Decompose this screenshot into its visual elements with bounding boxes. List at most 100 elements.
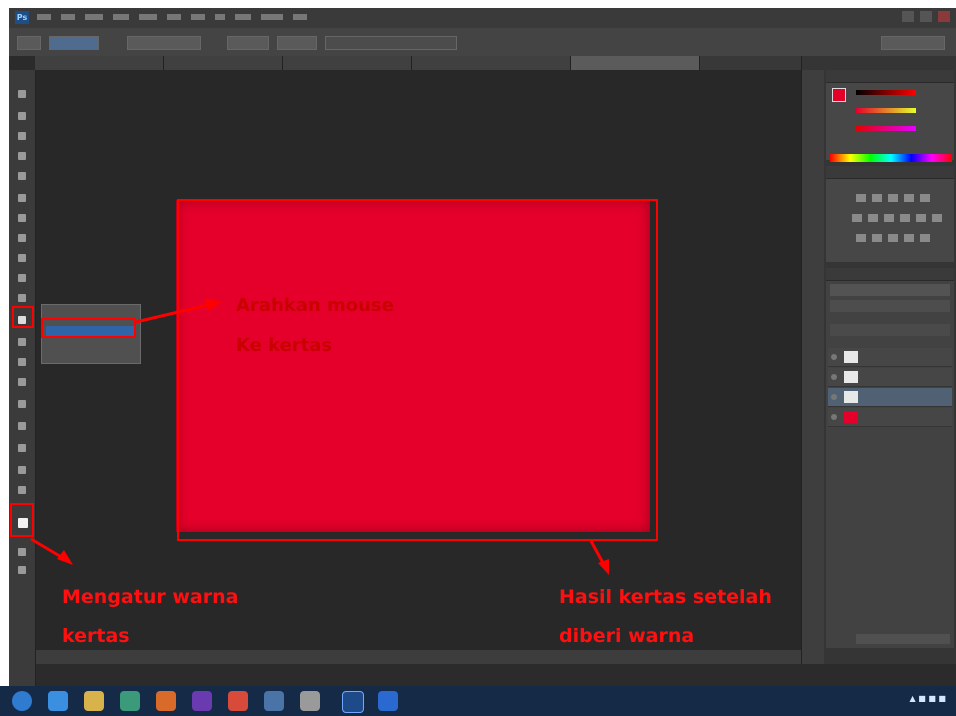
blur-tool-icon[interactable]: [15, 336, 29, 348]
fill-source-select[interactable]: [49, 36, 99, 50]
layer-filter-row[interactable]: [830, 284, 950, 296]
adjustment-icon[interactable]: [852, 214, 862, 222]
adjustment-icon[interactable]: [884, 214, 894, 222]
menu-item[interactable]: [85, 14, 103, 20]
blend-mode-row[interactable]: [830, 300, 950, 312]
document-tab[interactable]: [283, 56, 412, 70]
healing-brush-tool-icon[interactable]: [15, 212, 29, 224]
start-orb-icon[interactable]: [12, 691, 32, 711]
adjustment-icon[interactable]: [872, 234, 882, 242]
tools-panel: [9, 70, 36, 686]
adjustment-icon[interactable]: [888, 194, 898, 202]
marquee-tool-icon[interactable]: [15, 110, 29, 122]
menu-item[interactable]: [167, 14, 181, 20]
screen-mode-icon[interactable]: [15, 564, 29, 576]
adjustment-icon[interactable]: [920, 234, 930, 242]
menu-item[interactable]: [37, 14, 51, 20]
minimize-icon[interactable]: [902, 11, 914, 22]
menu-item[interactable]: [61, 14, 75, 20]
adjustment-icon[interactable]: [856, 194, 866, 202]
visibility-eye-icon[interactable]: [831, 374, 837, 380]
visibility-eye-icon[interactable]: [831, 414, 837, 420]
photoshop-taskbar-icon[interactable]: [342, 691, 364, 713]
mode-select[interactable]: [127, 36, 201, 50]
tool-preset-picker[interactable]: [17, 36, 41, 50]
dodge-tool-icon[interactable]: [15, 356, 29, 368]
lasso-tool-icon[interactable]: [15, 130, 29, 142]
adjustment-icon[interactable]: [900, 214, 910, 222]
app-taskbar-icon[interactable]: [378, 691, 398, 711]
red-slider[interactable]: [856, 90, 916, 95]
green-slider[interactable]: [856, 108, 916, 113]
workspace-select[interactable]: [881, 36, 945, 50]
menu-item[interactable]: [235, 14, 251, 20]
menu-item[interactable]: [139, 14, 157, 20]
layers-footer-buttons[interactable]: [856, 634, 950, 644]
opacity-field[interactable]: [227, 36, 269, 50]
move-tool-icon[interactable]: [15, 88, 29, 100]
type-tool-icon[interactable]: [15, 398, 29, 410]
lock-row[interactable]: [830, 324, 950, 336]
adjustment-icon[interactable]: [868, 214, 878, 222]
eyedropper-tool-icon[interactable]: [15, 192, 29, 204]
blue-slider[interactable]: [856, 126, 916, 131]
adjustment-icon[interactable]: [916, 214, 926, 222]
pen-tool-icon[interactable]: [15, 376, 29, 388]
layer-row[interactable]: [828, 368, 952, 387]
layer-row-selected[interactable]: [828, 388, 952, 407]
visibility-eye-icon[interactable]: [831, 394, 837, 400]
layer-row[interactable]: [828, 348, 952, 367]
menu-item[interactable]: [261, 14, 283, 20]
app-taskbar-icon[interactable]: [264, 691, 284, 711]
layer-row-background[interactable]: [828, 408, 952, 427]
document-tab[interactable]: [35, 56, 164, 70]
windows-taskbar: ▲ ■ ■ ■: [0, 686, 956, 716]
document-tab-active[interactable]: [571, 56, 700, 70]
ie-icon[interactable]: [48, 691, 68, 711]
adjustment-icon[interactable]: [856, 234, 866, 242]
close-icon[interactable]: [938, 11, 950, 22]
paint-bucket-tool-highlight: [12, 306, 34, 328]
adjustment-icon[interactable]: [904, 234, 914, 242]
document-tab[interactable]: [164, 56, 283, 70]
maximize-icon[interactable]: [920, 11, 932, 22]
adjustment-icon[interactable]: [888, 234, 898, 242]
app-taskbar-icon[interactable]: [300, 691, 320, 711]
chrome-icon[interactable]: [228, 691, 248, 711]
color-spectrum[interactable]: [830, 154, 952, 162]
adjustment-icon[interactable]: [920, 194, 930, 202]
firefox-icon[interactable]: [156, 691, 176, 711]
quick-select-tool-icon[interactable]: [15, 150, 29, 162]
adjustment-icon[interactable]: [932, 214, 942, 222]
eraser-tool-icon[interactable]: [15, 292, 29, 304]
color-swatch[interactable]: [832, 88, 846, 102]
clone-stamp-tool-icon[interactable]: [15, 252, 29, 264]
crop-tool-icon[interactable]: [15, 170, 29, 182]
path-select-tool-icon[interactable]: [15, 420, 29, 432]
visibility-eye-icon[interactable]: [831, 354, 837, 360]
shape-tool-icon[interactable]: [15, 442, 29, 454]
flyout-item-3d-material-drop-tool[interactable]: [46, 341, 134, 352]
adjustments-panel: [826, 166, 954, 262]
menu-item[interactable]: [215, 14, 225, 20]
document-tabs: [35, 56, 801, 70]
tolerance-field[interactable]: [277, 36, 317, 50]
system-tray[interactable]: ▲ ■ ■ ■: [910, 694, 946, 703]
layers-panel-header: [826, 268, 954, 281]
history-brush-tool-icon[interactable]: [15, 272, 29, 284]
menu-bar: Ps: [9, 8, 956, 28]
menu-item[interactable]: [191, 14, 205, 20]
menu-item[interactable]: [113, 14, 129, 20]
document-tab[interactable]: [412, 56, 571, 70]
fill-options-checkboxes[interactable]: [325, 36, 457, 50]
hand-tool-icon[interactable]: [15, 464, 29, 476]
brush-tool-icon[interactable]: [15, 232, 29, 244]
explorer-icon[interactable]: [84, 691, 104, 711]
app-taskbar-icon[interactable]: [120, 691, 140, 711]
adjustment-icon[interactable]: [904, 194, 914, 202]
quick-mask-icon[interactable]: [15, 546, 29, 558]
menu-item[interactable]: [293, 14, 307, 20]
zoom-tool-icon[interactable]: [15, 484, 29, 496]
adjustment-icon[interactable]: [872, 194, 882, 202]
app-taskbar-icon[interactable]: [192, 691, 212, 711]
